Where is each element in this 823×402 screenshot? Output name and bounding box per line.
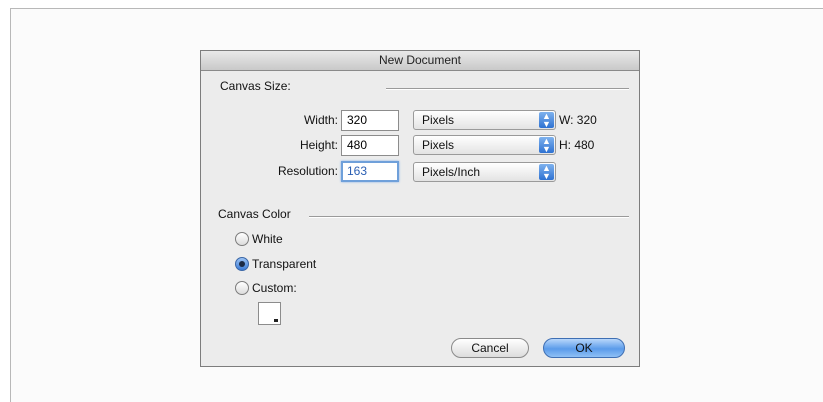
height-unit-select[interactable]: Pixels ▲ ▼	[413, 135, 556, 155]
canvas-color-divider	[309, 216, 629, 218]
radio-button-icon	[235, 280, 249, 295]
ok-button[interactable]: OK	[543, 338, 625, 358]
canvas-size-divider	[386, 88, 629, 90]
radio-custom[interactable]: Custom:	[235, 280, 297, 296]
radio-transparent[interactable]: Transparent	[235, 256, 316, 272]
radio-button-selected-icon	[235, 256, 249, 271]
resolution-unit-select[interactable]: Pixels/Inch ▲ ▼	[413, 162, 556, 182]
canvas-color-label: Canvas Color	[218, 207, 291, 221]
radio-transparent-label: Transparent	[252, 257, 317, 271]
height-unit-value: Pixels	[422, 138, 455, 152]
cancel-button[interactable]: Cancel	[451, 338, 529, 358]
resolution-unit-value: Pixels/Inch	[422, 165, 481, 179]
width-readout: W: 320	[559, 113, 597, 127]
resolution-label: Resolution:	[277, 164, 338, 178]
updown-arrows-icon: ▲ ▼	[539, 164, 554, 181]
height-input[interactable]: 480	[341, 135, 399, 156]
radio-white[interactable]: White	[235, 231, 283, 247]
custom-color-swatch[interactable]	[258, 302, 281, 325]
height-readout: H: 480	[559, 138, 595, 152]
radio-white-label: White	[252, 232, 283, 246]
dropdown-indicator-icon	[274, 319, 278, 322]
height-label: Height:	[299, 138, 338, 152]
width-input[interactable]: 320	[341, 110, 399, 131]
new-document-dialog: New Document Canvas Size: Width: 320 Pix…	[200, 50, 640, 367]
width-unit-value: Pixels	[422, 113, 455, 127]
radio-button-icon	[235, 231, 249, 246]
width-unit-select[interactable]: Pixels ▲ ▼	[413, 110, 556, 130]
updown-arrows-icon: ▲ ▼	[539, 112, 554, 129]
canvas-size-label: Canvas Size:	[220, 79, 291, 93]
updown-arrows-icon: ▲ ▼	[539, 137, 554, 154]
radio-custom-label: Custom:	[252, 281, 297, 295]
width-label: Width:	[303, 113, 338, 127]
dialog-title: New Document	[201, 51, 639, 71]
resolution-input[interactable]: 163	[341, 161, 399, 182]
